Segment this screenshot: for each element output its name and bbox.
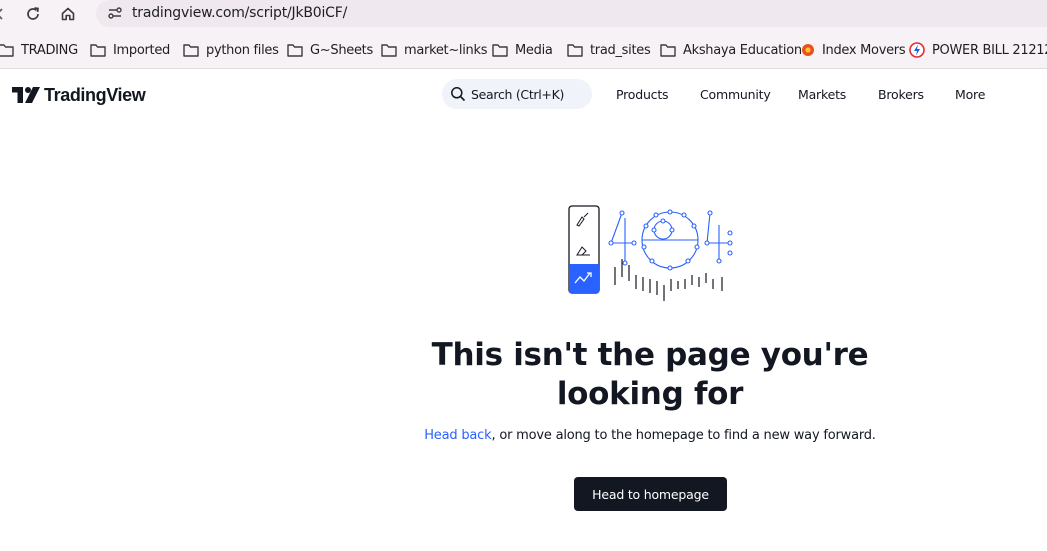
- power-bill-favicon-icon: [909, 42, 925, 58]
- bookmark-power-bill[interactable]: POWER BILL 212121...: [909, 41, 1047, 59]
- bookmark-python-files[interactable]: python files: [183, 41, 279, 59]
- folder-icon: [660, 44, 676, 57]
- bookmark-label: POWER BILL 212121...: [932, 42, 1047, 58]
- head-back-link[interactable]: Head back: [424, 428, 491, 443]
- folder-icon: [183, 44, 199, 57]
- home-icon[interactable]: [56, 2, 80, 26]
- bookmarks-bar: TRADING Imported python files G~Sheets m…: [0, 28, 1047, 69]
- browser-address-row: tradingview.com/script/JkB0iCF/: [0, 0, 1047, 28]
- error-subline: Head back, or move along to the homepage…: [380, 428, 920, 443]
- bookmark-media[interactable]: Media: [492, 41, 553, 59]
- tradingview-header: TradingView Search (Ctrl+K) Products Com…: [0, 70, 1047, 118]
- folder-icon: [567, 44, 583, 57]
- bookmark-akshaya-education[interactable]: Akshaya Education: [660, 41, 802, 59]
- nav-more[interactable]: More: [955, 87, 985, 102]
- search-box[interactable]: Search (Ctrl+K): [442, 79, 592, 109]
- folder-icon: [0, 44, 14, 57]
- bookmark-label: G~Sheets: [310, 42, 373, 58]
- bookmark-market-links[interactable]: market~links: [381, 41, 488, 59]
- bookmark-label: trad_sites: [590, 42, 651, 58]
- headline-line-1: This isn't the page you're: [431, 337, 869, 373]
- url-text[interactable]: tradingview.com/script/JkB0iCF/: [132, 5, 347, 21]
- bookmark-trading[interactable]: TRADING: [0, 41, 78, 59]
- bookmark-label: market~links: [404, 42, 488, 58]
- bookmark-imported[interactable]: Imported: [90, 41, 170, 59]
- bookmark-label: Imported: [113, 42, 170, 58]
- nav-markets[interactable]: Markets: [798, 87, 846, 102]
- bookmark-index-movers[interactable]: Index Movers: [801, 41, 906, 59]
- nav-brokers[interactable]: Brokers: [878, 87, 924, 102]
- bookmark-label: TRADING: [21, 42, 78, 58]
- bookmark-label: Akshaya Education: [683, 42, 802, 58]
- back-arrow-icon[interactable]: [0, 2, 12, 26]
- bookmark-label: Index Movers: [822, 42, 906, 58]
- tradingview-logo[interactable]: TradingView: [12, 84, 146, 105]
- index-movers-favicon-icon: [802, 44, 814, 56]
- headline-line-2: looking for: [556, 376, 744, 412]
- nav-community[interactable]: Community: [700, 87, 771, 102]
- folder-icon: [381, 44, 397, 57]
- head-to-homepage-button[interactable]: Head to homepage: [574, 477, 727, 511]
- error-headline: This isn't the page you're looking for: [400, 336, 900, 414]
- folder-icon: [287, 44, 303, 57]
- error-404-illustration: [568, 205, 733, 301]
- folder-icon: [492, 44, 508, 57]
- search-icon: [451, 87, 466, 102]
- search-placeholder: Search (Ctrl+K): [471, 86, 565, 102]
- reload-icon[interactable]: [21, 2, 45, 26]
- nav-products[interactable]: Products: [616, 87, 669, 102]
- folder-icon: [90, 44, 106, 57]
- bookmark-g-sheets[interactable]: G~Sheets: [287, 41, 373, 59]
- logo-text: TradingView: [44, 84, 146, 105]
- tradingview-logo-icon: [12, 87, 40, 103]
- bookmark-trad-sites[interactable]: trad_sites: [567, 41, 651, 59]
- site-info-icon[interactable]: [106, 4, 124, 22]
- bookmark-label: Media: [515, 42, 553, 58]
- subline-text: , or move along to the homepage to find …: [491, 428, 876, 443]
- bookmark-label: python files: [206, 42, 279, 58]
